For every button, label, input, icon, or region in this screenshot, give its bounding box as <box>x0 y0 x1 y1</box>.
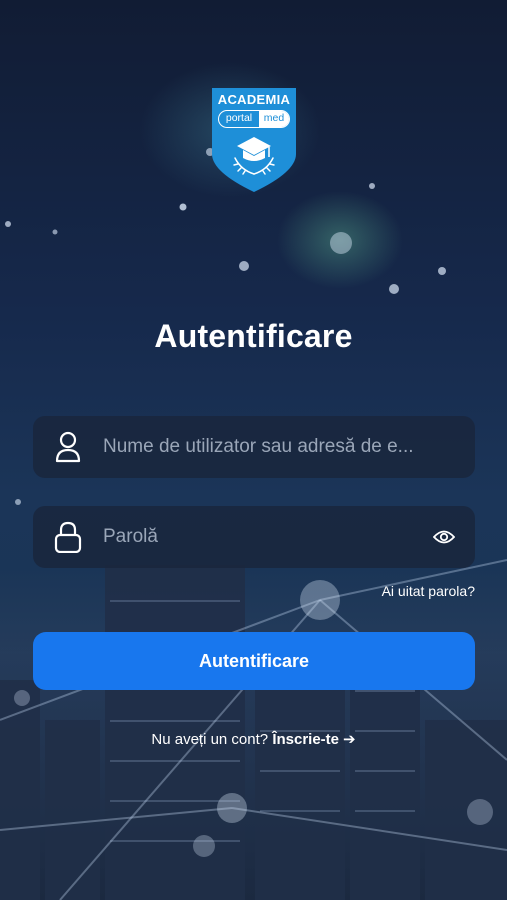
signup-prompt: Nu aveți un cont? <box>151 731 269 748</box>
forgot-password-link[interactable]: Ai uitat parola? <box>382 583 475 599</box>
login-screen: ACADEMIA portal med Autentificare Nume d… <box>0 0 507 900</box>
password-field <box>33 506 475 568</box>
logo-word-med: med <box>259 111 289 127</box>
lock-icon <box>33 506 103 568</box>
login-button[interactable]: Autentificare <box>33 632 475 690</box>
logo-wordmark: portal med <box>218 110 290 128</box>
password-input[interactable] <box>103 506 413 568</box>
page-title: Autentificare <box>154 318 353 354</box>
username-field <box>33 416 475 478</box>
logo-title: ACADEMIA <box>217 92 291 107</box>
arrow-right-icon[interactable]: ➔ <box>343 731 356 748</box>
signup-link[interactable]: Înscrie-te <box>272 731 339 748</box>
academia-portalmed-logo: ACADEMIA portal med <box>211 88 297 192</box>
username-input[interactable] <box>103 416 475 478</box>
user-icon <box>33 416 103 478</box>
logo-word-portal: portal <box>225 112 253 124</box>
signup-row: Nu aveți un cont? Înscrie-te ➔ <box>0 730 507 748</box>
show-password-eye-icon[interactable] <box>413 506 475 568</box>
